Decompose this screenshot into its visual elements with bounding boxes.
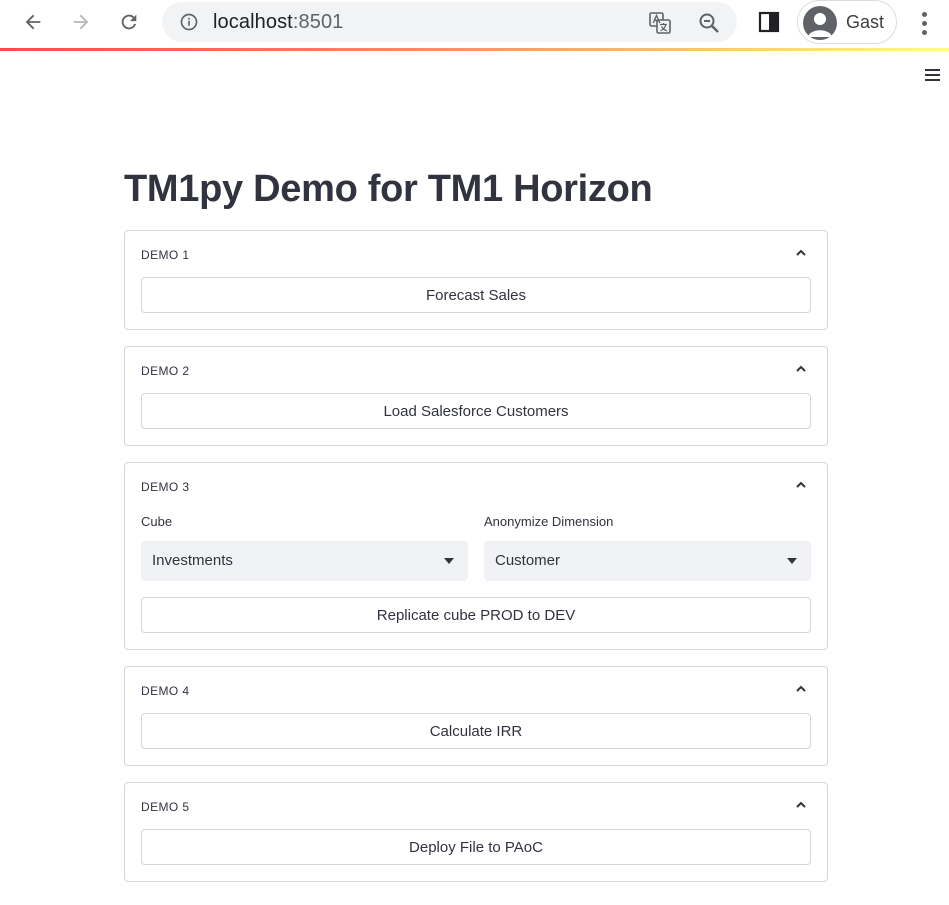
cube-select-value: Investments xyxy=(152,552,233,569)
status-decoration-bar xyxy=(0,48,949,51)
dimension-select[interactable]: Customer xyxy=(484,541,811,581)
expander-label: DEMO 5 xyxy=(141,800,190,814)
avatar xyxy=(803,6,837,40)
demo-1-expander-header[interactable]: DEMO 1 xyxy=(125,231,827,277)
demo-2-expander-header[interactable]: DEMO 2 xyxy=(125,347,827,393)
zoom-out-icon[interactable] xyxy=(697,11,721,35)
menu-line xyxy=(925,69,940,71)
expander-label: DEMO 4 xyxy=(141,684,190,698)
calculate-irr-button[interactable]: Calculate IRR xyxy=(141,713,811,749)
arrow-right-icon xyxy=(73,14,89,30)
info-icon[interactable] xyxy=(179,12,199,32)
url-port: :8501 xyxy=(292,11,344,33)
dot-icon xyxy=(921,11,927,17)
forecast-sales-button[interactable]: Forecast Sales xyxy=(141,277,811,313)
translate-icon[interactable] xyxy=(648,11,672,35)
browser-menu-button[interactable] xyxy=(912,8,936,38)
address-bar[interactable]: localhost:8501 xyxy=(162,2,737,42)
profile-button[interactable]: Gast xyxy=(797,0,897,44)
url-text: localhost:8501 xyxy=(213,11,343,34)
menu-line xyxy=(925,79,940,81)
back-button[interactable] xyxy=(17,6,49,38)
expander-label: DEMO 2 xyxy=(141,364,190,378)
chevron-up-icon xyxy=(796,249,806,256)
forward-button[interactable] xyxy=(65,6,97,38)
url-host: localhost xyxy=(213,11,293,33)
demo-5-expander: DEMO 5 Deploy File to PAoC xyxy=(124,782,828,882)
page-title: TM1py Demo for TM1 Horizon xyxy=(124,168,653,210)
dot-icon xyxy=(921,20,927,26)
chevron-up-icon xyxy=(796,481,806,488)
demo-3-expander-header[interactable]: DEMO 3 xyxy=(125,463,827,509)
dot-icon xyxy=(921,29,927,35)
dimension-select-label: Anonymize Dimension xyxy=(484,514,614,529)
chevron-up-icon xyxy=(796,365,806,372)
replicate-cube-button[interactable]: Replicate cube PROD to DEV xyxy=(141,597,811,633)
expander-label: DEMO 1 xyxy=(141,248,190,262)
demo-3-expander: DEMO 3 Cube Investments Anonymize Dimens… xyxy=(124,462,828,650)
demo-4-expander: DEMO 4 Calculate IRR xyxy=(124,666,828,766)
reload-button[interactable] xyxy=(113,6,145,38)
profile-name: Gast xyxy=(846,12,885,32)
menu-line xyxy=(925,74,940,76)
chevron-up-icon xyxy=(796,685,806,692)
caret-down-icon xyxy=(444,558,454,564)
main-menu-button[interactable] xyxy=(924,68,942,82)
caret-down-icon xyxy=(787,558,797,564)
load-salesforce-customers-button[interactable]: Load Salesforce Customers xyxy=(141,393,811,429)
deploy-file-button[interactable]: Deploy File to PAoC xyxy=(141,829,811,865)
demo-4-expander-header[interactable]: DEMO 4 xyxy=(125,667,827,713)
demo-2-expander: DEMO 2 Load Salesforce Customers xyxy=(124,346,828,446)
demo-5-expander-header[interactable]: DEMO 5 xyxy=(125,783,827,829)
browser-toolbar: localhost:8501 Gast xyxy=(0,0,949,50)
demo-1-expander: DEMO 1 Forecast Sales xyxy=(124,230,828,330)
arrow-left-icon xyxy=(25,14,41,30)
cube-select-label: Cube xyxy=(141,514,173,529)
dimension-select-value: Customer xyxy=(495,552,561,569)
reload-icon xyxy=(121,14,137,30)
side-panel-icon[interactable] xyxy=(757,10,781,34)
expander-label: DEMO 3 xyxy=(141,480,190,494)
chevron-up-icon xyxy=(796,801,806,808)
person-icon xyxy=(808,13,832,37)
cube-select[interactable]: Investments xyxy=(141,541,468,581)
